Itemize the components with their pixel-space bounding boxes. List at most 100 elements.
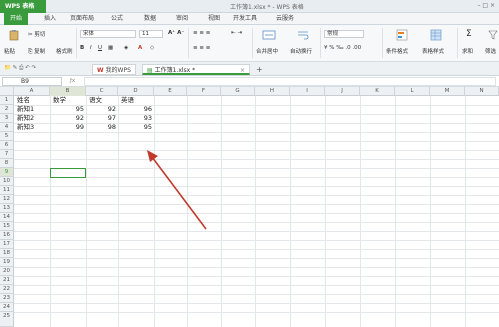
tab-cloud[interactable]: 云服务 (276, 13, 294, 25)
row-header[interactable]: 20 (0, 267, 14, 276)
new-tab-button[interactable]: + (252, 64, 267, 75)
column-header[interactable]: A (14, 87, 50, 96)
cell-value[interactable]: 92 (50, 114, 84, 123)
close-tab-icon[interactable]: × (240, 65, 245, 76)
cell-header[interactable]: 姓名 (17, 96, 30, 105)
italic-button[interactable]: I (90, 45, 92, 51)
copy-button[interactable]: ⎘ 复制 (28, 47, 45, 56)
merge-center-icon[interactable] (262, 29, 276, 41)
cell-name[interactable]: 新知3 (17, 123, 34, 132)
row-header[interactable]: 7 (0, 150, 14, 159)
row-header[interactable]: 21 (0, 276, 14, 285)
row-header[interactable]: 11 (0, 186, 14, 195)
font-size-select[interactable]: 11 (139, 30, 163, 38)
underline-button[interactable]: U (98, 45, 102, 51)
column-header[interactable]: L (395, 87, 430, 96)
name-box[interactable]: B9 (2, 77, 62, 86)
row-header[interactable]: 23 (0, 294, 14, 303)
sum-icon[interactable]: Σ (466, 29, 472, 39)
row-header[interactable]: 18 (0, 249, 14, 258)
row-header[interactable]: 17 (0, 240, 14, 249)
indent-icons[interactable]: ⇤ ⇥ (231, 30, 242, 36)
row-header[interactable]: 2 (0, 105, 14, 114)
sum-button[interactable]: 求和 (462, 47, 473, 55)
cell-value[interactable]: 92 (86, 105, 116, 114)
cell-header[interactable]: 英语 (121, 96, 134, 105)
app-menu-button[interactable]: WPS 表格 (0, 0, 46, 13)
tab-home[interactable]: 开始 (4, 13, 29, 25)
column-header[interactable]: F (187, 87, 221, 96)
tab-view[interactable]: 视图 (208, 13, 220, 25)
table-style-button[interactable]: 表格样式 (422, 47, 444, 55)
filter-button[interactable]: 筛选 (485, 47, 496, 55)
column-header[interactable]: K (360, 87, 395, 96)
cell-name[interactable]: 新知1 (17, 105, 34, 114)
tab-insert[interactable]: 插入 (44, 13, 56, 25)
row-header[interactable]: 1 (0, 96, 14, 105)
row-header[interactable]: 6 (0, 141, 14, 150)
row-header[interactable]: 19 (0, 258, 14, 267)
cell-value[interactable]: 95 (118, 123, 152, 132)
column-header[interactable]: B (50, 87, 86, 96)
row-header[interactable]: 9 (0, 168, 14, 177)
wrap-text-button[interactable]: 自动换行 (290, 47, 312, 55)
formula-input[interactable] (84, 77, 496, 86)
row-header[interactable]: 14 (0, 213, 14, 222)
cut-button[interactable]: ✂ 剪切 (28, 30, 45, 38)
row-header[interactable]: 13 (0, 204, 14, 213)
align-top-icons[interactable]: ≡ ≡ ≡ (193, 30, 210, 36)
column-header[interactable]: M (430, 87, 465, 96)
merge-center-button[interactable]: 合并居中 (256, 47, 278, 55)
cell-header[interactable]: 语文 (89, 96, 102, 105)
paste-button[interactable]: 粘贴 (4, 47, 15, 55)
tab-review[interactable]: 审阅 (176, 13, 188, 25)
row-header[interactable]: 24 (0, 303, 14, 312)
row-header[interactable]: 5 (0, 132, 14, 141)
conditional-format-button[interactable]: 条件格式 (386, 47, 408, 55)
row-header[interactable]: 22 (0, 285, 14, 294)
column-header[interactable]: G (221, 87, 255, 96)
column-header[interactable]: D (118, 87, 154, 96)
font-name-select[interactable]: 宋体 (80, 30, 136, 38)
fill-color-button[interactable]: ◈ (124, 45, 128, 51)
row-header[interactable]: 15 (0, 222, 14, 231)
spreadsheet-grid[interactable]: A B C D E F G H I J K L M N 1 2 3 4 5 6 … (0, 87, 499, 327)
row-header[interactable]: 8 (0, 159, 14, 168)
paste-icon[interactable] (8, 29, 20, 41)
row-header[interactable]: 12 (0, 195, 14, 204)
conditional-format-icon[interactable] (396, 29, 408, 41)
column-header[interactable]: C (86, 87, 118, 96)
border-button[interactable]: ▦ (108, 45, 113, 51)
align-left-icons[interactable]: ≡ ≡ ≡ (193, 45, 210, 51)
cell-header[interactable]: 数学 (53, 96, 66, 105)
column-header[interactable]: J (325, 87, 360, 96)
select-all-corner[interactable] (0, 87, 14, 96)
table-style-icon[interactable] (430, 29, 442, 41)
tab-data[interactable]: 数据 (144, 13, 156, 25)
tab-my-wps[interactable]: W 我的WPS (92, 64, 136, 75)
cell-value[interactable]: 97 (86, 114, 116, 123)
font-color-button[interactable]: A (138, 45, 142, 51)
column-header[interactable]: N (465, 87, 499, 96)
cell-value[interactable]: 93 (118, 114, 152, 123)
cell-name[interactable]: 新知2 (17, 114, 34, 123)
tab-page-layout[interactable]: 页面布局 (70, 13, 94, 25)
tab-developer[interactable]: 开发工具 (233, 13, 257, 25)
number-format-select[interactable]: 常规 (324, 30, 364, 38)
row-header[interactable]: 3 (0, 114, 14, 123)
fx-icon[interactable]: ƒx (70, 78, 75, 84)
row-header[interactable]: 10 (0, 177, 14, 186)
quick-access-icons[interactable]: 📁 ✎ ⎙ ↶ ↷ (4, 65, 36, 72)
column-header[interactable]: H (255, 87, 290, 96)
cell-value[interactable]: 95 (50, 105, 84, 114)
format-painter-button[interactable]: 格式刷 (56, 47, 73, 55)
cell-value[interactable]: 98 (86, 123, 116, 132)
bold-button[interactable]: B (80, 45, 84, 51)
font-grow-shrink[interactable]: A⁺ A⁻ (168, 30, 184, 36)
tab-workbook[interactable]: ▤ 工作簿1.xlsx * × (142, 64, 250, 75)
selected-cell-b9[interactable] (50, 168, 86, 178)
clear-format-button[interactable]: ◇ (150, 45, 154, 51)
wrap-text-icon[interactable] (296, 29, 310, 41)
tab-formulas[interactable]: 公式 (111, 13, 123, 25)
cell-value[interactable]: 96 (118, 105, 152, 114)
